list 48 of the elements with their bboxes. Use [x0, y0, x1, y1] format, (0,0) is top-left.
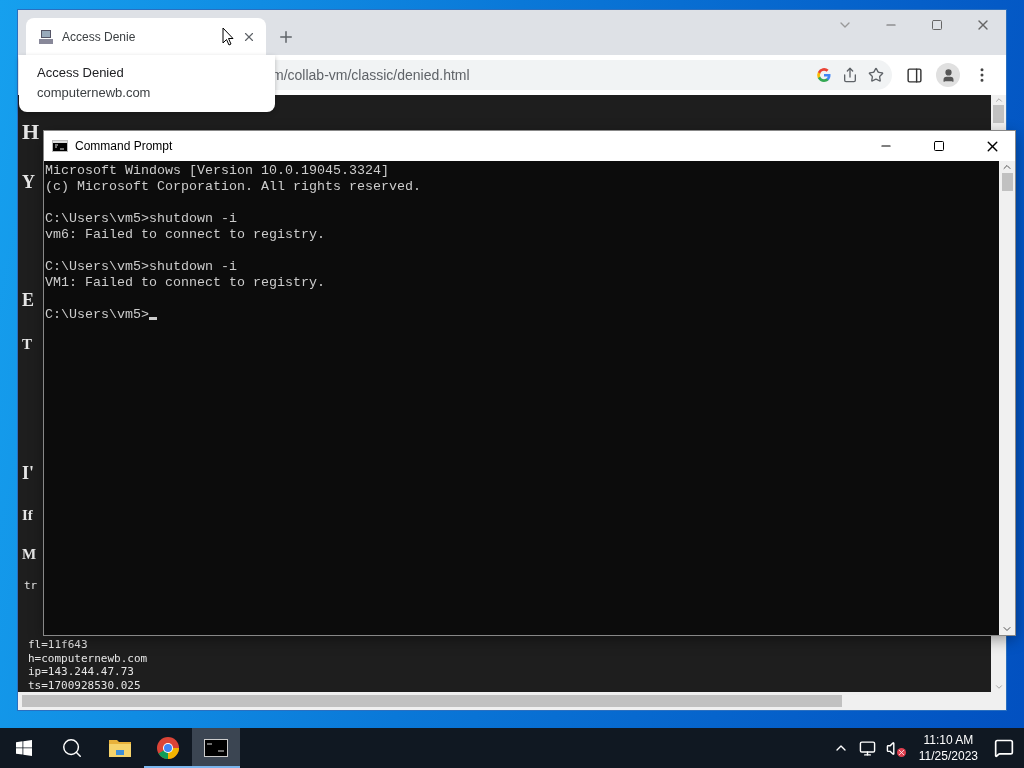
url-text: m/collab-vm/classic/denied.html	[272, 67, 471, 83]
window-title: Command Prompt	[75, 139, 174, 153]
browser-tab[interactable]: Access Denie	[26, 18, 266, 55]
folder-icon	[108, 738, 132, 758]
mouse-pointer-icon	[222, 27, 234, 46]
console-line: C:\Users\vm5>shutdown -i	[45, 211, 238, 227]
vertical-scrollbar[interactable]	[999, 161, 1015, 635]
horizontal-scrollbar[interactable]	[18, 692, 1006, 710]
console-line: Microsoft Windows [Version 10.0.19045.3324]	[45, 163, 390, 179]
page-heading: M	[22, 547, 37, 562]
search-icon	[61, 737, 83, 759]
computer-icon	[38, 28, 54, 45]
console-line: C:\Users\vm5>shutdown -i	[45, 259, 238, 275]
clock-date: 11/25/2023	[918, 748, 978, 764]
notification-icon[interactable]	[994, 738, 1014, 758]
network-icon[interactable]	[858, 739, 876, 757]
page-text: fl=11f643	[28, 638, 89, 652]
muted-speaker-icon[interactable]	[885, 739, 903, 757]
console-line: VM1: Failed to connect to registry.	[45, 275, 326, 291]
page-heading: H	[22, 121, 40, 143]
page-heading: E	[22, 291, 34, 309]
google-icon[interactable]	[816, 67, 832, 83]
bookmark-star-icon[interactable]	[868, 67, 884, 83]
page-text: tr	[24, 580, 38, 591]
console-prompt[interactable]: C:\Users\vm5>	[45, 307, 999, 323]
terminal-icon	[52, 140, 68, 152]
page-heading: T	[22, 337, 32, 352]
card-title: Access Denied	[37, 65, 125, 80]
maximize-icon[interactable]	[933, 140, 945, 152]
windows-logo-icon	[16, 740, 32, 756]
page-heading: Y	[22, 173, 35, 191]
page-text: h=computernewb.com	[28, 651, 148, 665]
scrollbar-thumb[interactable]	[1001, 173, 1013, 191]
side-panel-icon[interactable]	[905, 66, 923, 84]
scrollbar-thumb[interactable]	[993, 105, 1004, 123]
page-text: ts=1700928530.025	[28, 678, 142, 692]
clock-time: 11:10 AM	[923, 732, 974, 748]
clock[interactable]: 11:10 AM 11/25/2023	[912, 732, 984, 764]
terminal-icon	[204, 739, 228, 757]
share-icon[interactable]	[842, 67, 858, 83]
page-text: ip=143.244.47.73	[28, 665, 135, 679]
profile-icon[interactable]	[936, 63, 960, 87]
console-line: vm6: Failed to connect to registry.	[45, 227, 326, 243]
taskbar-button[interactable]	[192, 728, 240, 768]
page-heading: If	[22, 508, 33, 523]
page-heading: I'	[22, 464, 34, 482]
console-line: (c) Microsoft Corporation. All rights reserved.	[45, 179, 422, 195]
chrome-logo-icon	[156, 736, 180, 760]
